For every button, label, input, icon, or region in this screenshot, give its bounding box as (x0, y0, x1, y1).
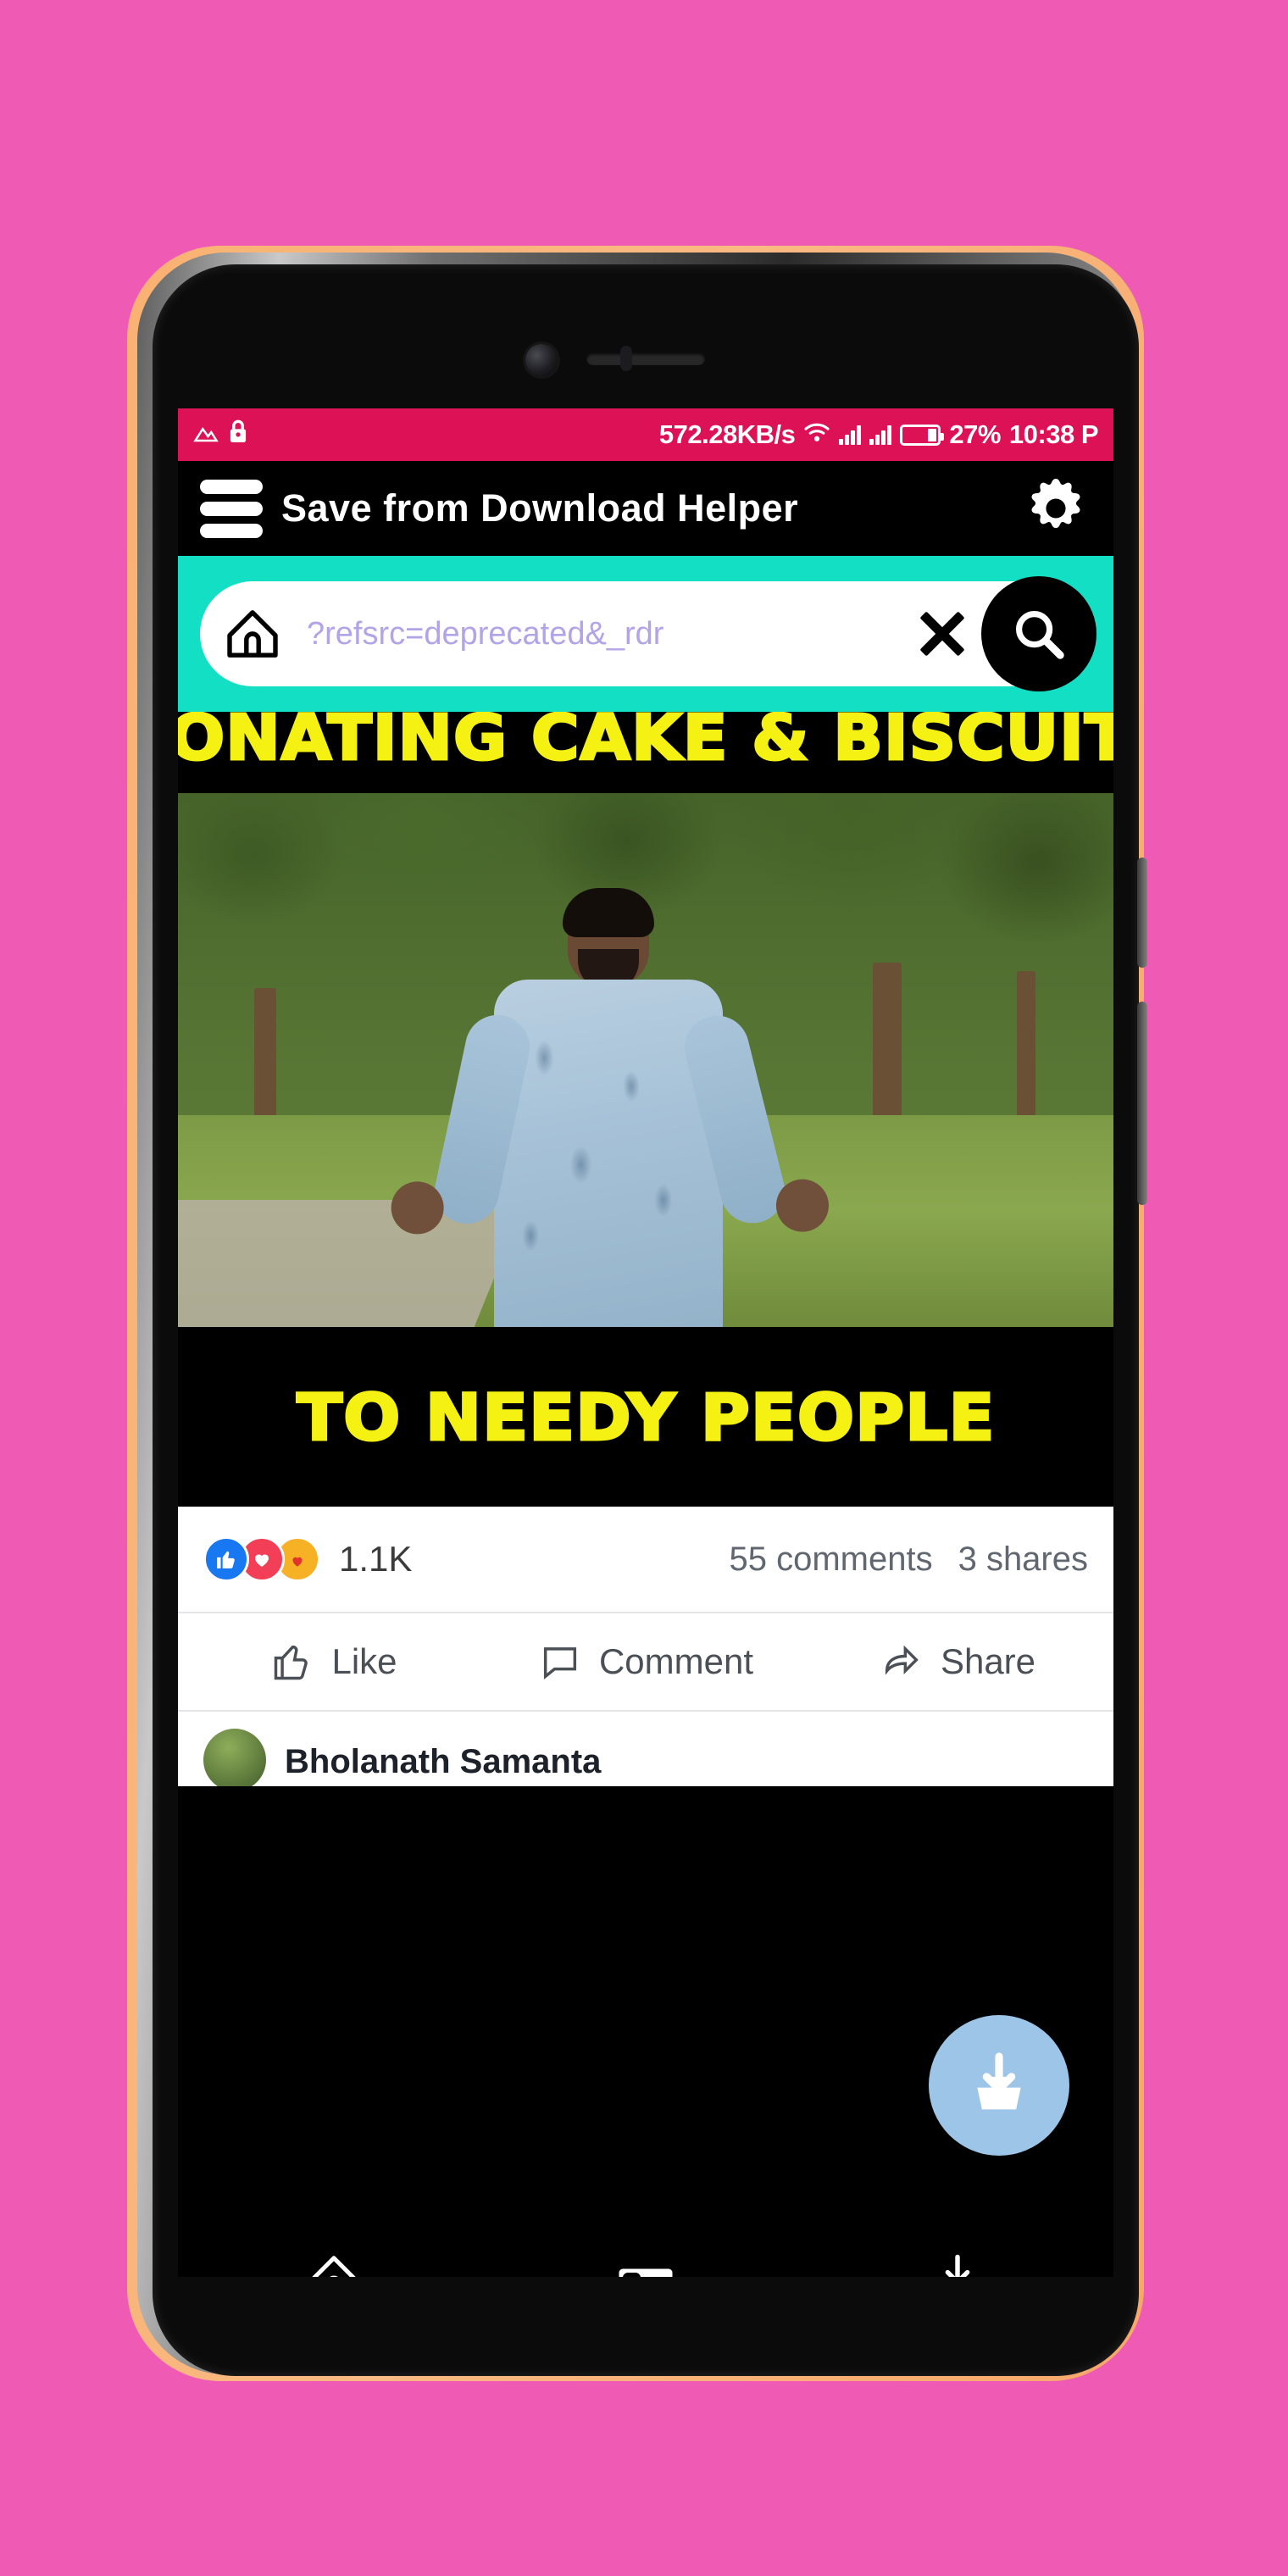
earpiece-speaker (586, 353, 705, 365)
comment-list-item[interactable]: Bholanath Samanta (178, 1712, 1113, 1786)
post-reactions-row: 1.1K 55 comments 3 shares (178, 1507, 1113, 1612)
nav-item-progress[interactable]: Progress (490, 2250, 802, 2277)
wifi-icon (803, 419, 830, 450)
phone-bezel: 572.28KB/s 27% 10:38 P Save from Downloa… (137, 253, 1147, 2376)
post-actions-row: Like Comment Share (178, 1612, 1113, 1712)
hamburger-menu-icon[interactable] (200, 479, 263, 538)
home-icon (308, 2250, 360, 2277)
screenshot-icon (193, 419, 219, 450)
signal-bars-icon (839, 425, 862, 445)
search-input[interactable] (283, 615, 915, 652)
battery-icon (900, 424, 945, 446)
phone-body: 572.28KB/s 27% 10:38 P Save from Downloa… (153, 264, 1147, 2376)
lock-icon (227, 418, 249, 452)
video-player-frame[interactable] (178, 793, 1113, 1327)
reaction-icons (203, 1536, 320, 1582)
phone-screen: 572.28KB/s 27% 10:38 P Save from Downloa… (178, 408, 1113, 2277)
progress-bar-icon (618, 2250, 674, 2277)
thumbs-up-reaction-icon (203, 1536, 249, 1582)
share-button[interactable]: Share (802, 1640, 1113, 1684)
like-button[interactable]: Like (178, 1640, 490, 1684)
gear-icon[interactable] (1020, 473, 1091, 544)
proximity-sensor-icon (620, 346, 632, 371)
like-label: Like (331, 1641, 397, 1681)
reaction-count: 1.1K (339, 1539, 413, 1579)
commenter-name: Bholanath Samanta (285, 1742, 602, 1780)
signal-bars-icon (869, 425, 892, 445)
download-tray-icon (962, 2047, 1036, 2124)
clock-text: 10:38 P (1008, 419, 1099, 449)
comment-label: Comment (598, 1641, 754, 1681)
phone-frame: 572.28KB/s 27% 10:38 P Save from Downloa… (127, 246, 1147, 2381)
avatar (203, 1729, 266, 1786)
volume-button[interactable] (1137, 1002, 1147, 1205)
video-caption-top: DONATING CAKE & BISCUITS (178, 712, 1113, 793)
nav-item-downloads[interactable]: Downloads (802, 2250, 1113, 2277)
video-caption-bottom: TO NEEDY PEOPLE (178, 1327, 1113, 1507)
battery-percent-text: 27% (949, 419, 1001, 449)
download-tray-icon (931, 2250, 984, 2277)
share-label: Share (940, 1641, 1036, 1681)
app-title: Save from Download Helper (281, 486, 799, 530)
comment-button[interactable]: Comment (490, 1640, 802, 1684)
close-x-icon[interactable] (915, 607, 969, 661)
home-icon[interactable] (222, 603, 283, 664)
bottom-navigation-bar: Home Progress (178, 2229, 1113, 2277)
search-area (178, 556, 1113, 712)
download-fab-button[interactable] (929, 2015, 1069, 2156)
front-camera-icon (525, 344, 558, 376)
nav-item-home[interactable]: Home (178, 2250, 490, 2277)
comment-count[interactable]: 55 comments (729, 1541, 932, 1579)
search-pill (200, 576, 1096, 691)
power-button[interactable] (1137, 858, 1147, 968)
search-button[interactable] (981, 576, 1096, 691)
app-bar: Save from Download Helper (178, 461, 1113, 556)
network-speed-text: 572.28KB/s (658, 419, 796, 449)
status-bar: 572.28KB/s 27% 10:38 P (178, 408, 1113, 461)
video-subject-person (386, 888, 835, 1327)
facebook-webview[interactable]: DONATING CAKE & BISCUITS (178, 712, 1113, 2229)
share-count[interactable]: 3 shares (958, 1541, 1088, 1579)
